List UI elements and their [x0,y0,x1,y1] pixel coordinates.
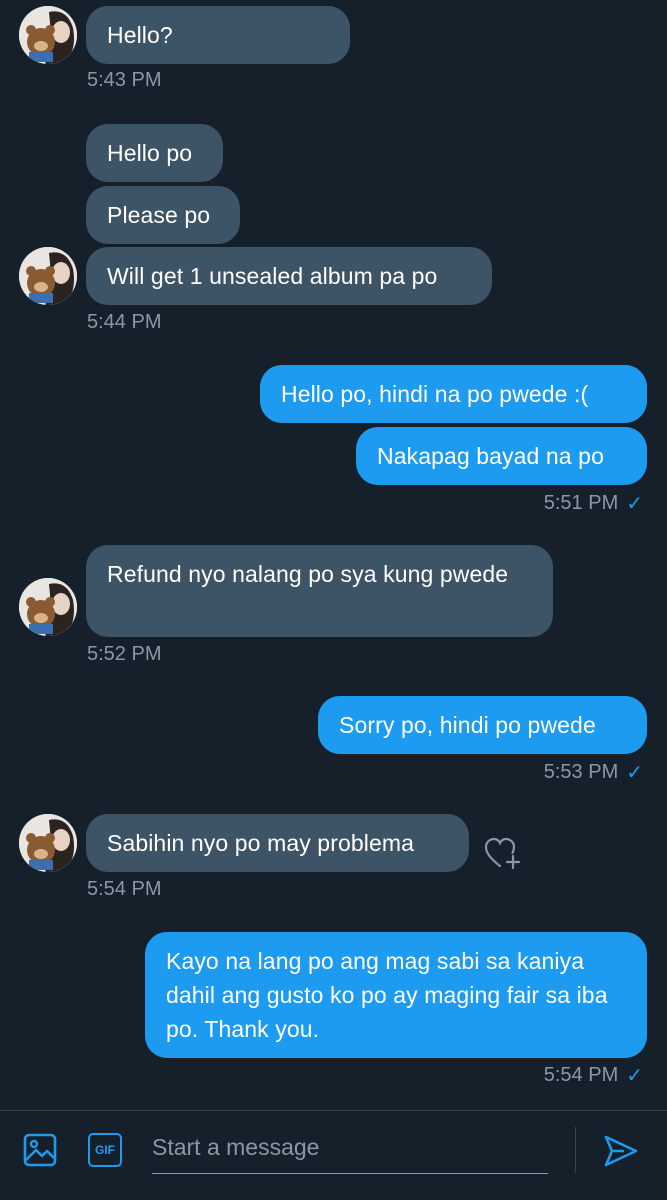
message-text: Nakapag bayad na po [377,443,604,469]
message-timestamp: 5:53 PM [543,761,619,783]
message-text: Refund nyo nalang po sya kung pwede [107,561,509,587]
message-text: Will get 1 unsealed album pa po [107,263,438,289]
contact-avatar[interactable] [19,247,77,305]
incoming-message-bubble[interactable]: Hello po [86,124,223,182]
message-timestamp: 5:52 PM [87,643,162,665]
message-thread: Hello? 5:43 PM Hello po Please po Will g… [0,0,667,1110]
message-input-wrapper [152,1127,548,1174]
message-text: Hello po [107,140,193,166]
message-timestamp: 5:51 PM [543,492,619,514]
incoming-message-bubble[interactable]: Sabihin nyo po may problema [86,814,469,872]
gif-icon[interactable]: GIF [88,1133,122,1167]
outgoing-message-bubble[interactable]: Nakapag bayad na po [356,427,647,485]
incoming-message-bubble[interactable]: Hello? [86,6,350,64]
contact-avatar[interactable] [19,578,77,636]
message-text: Please po [107,202,211,228]
message-timestamp: 5:54 PM [87,878,162,900]
add-reaction-icon[interactable] [484,836,522,872]
outgoing-message-bubble[interactable]: Kayo na lang po ang mag sabi sa kaniya d… [145,932,647,1058]
composer-separator [575,1127,576,1173]
incoming-message-bubble[interactable]: Refund nyo nalang po sya kung pwede [86,545,553,637]
read-receipt-icon: ✓ [626,762,643,784]
message-text: Hello? [107,22,173,48]
image-icon[interactable] [22,1132,58,1173]
outgoing-message-bubble[interactable]: Hello po, hindi na po pwede :( [260,365,647,423]
message-timestamp: 5:43 PM [87,69,162,91]
read-receipt-icon: ✓ [626,1065,643,1087]
gif-label: GIF [95,1143,115,1157]
message-timestamp: 5:44 PM [87,311,162,333]
message-timestamp-row: 5:51 PM ✓ [544,491,643,516]
send-icon[interactable] [603,1133,639,1174]
message-timestamp: 5:54 PM [543,1064,619,1086]
message-timestamp-row: 5:54 PM ✓ [544,1063,643,1088]
outgoing-message-bubble[interactable]: Sorry po, hindi po pwede [318,696,647,754]
message-text: Sorry po, hindi po pwede [339,712,596,738]
message-text: Sabihin nyo po may problema [107,830,414,856]
incoming-message-bubble[interactable]: Will get 1 unsealed album pa po [86,247,492,305]
message-text: Kayo na lang po ang mag sabi sa kaniya d… [166,948,608,1042]
contact-avatar[interactable] [19,814,77,872]
message-timestamp-row: 5:53 PM ✓ [544,760,643,785]
incoming-message-bubble[interactable]: Please po [86,186,240,244]
message-input[interactable] [152,1127,548,1167]
contact-avatar[interactable] [19,6,77,64]
message-composer: GIF [0,1111,667,1200]
message-text: Hello po, hindi na po pwede :( [281,381,589,407]
read-receipt-icon: ✓ [626,493,643,515]
